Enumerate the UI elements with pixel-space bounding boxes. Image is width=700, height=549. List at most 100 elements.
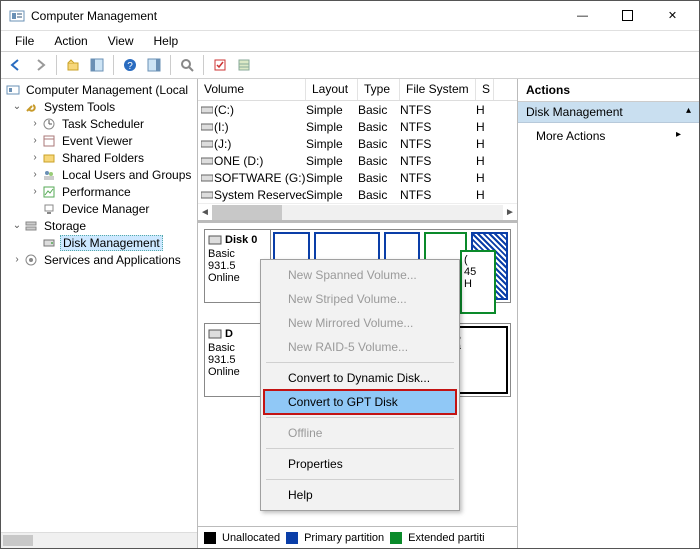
ctx-new-mirrored: New Mirrored Volume...: [264, 311, 456, 335]
vol-layout: Simple: [306, 120, 358, 134]
vol-layout: Simple: [306, 188, 358, 202]
ctx-help[interactable]: Help: [264, 483, 456, 507]
partition-tooltip: ( 45 H: [460, 250, 496, 314]
expand-icon[interactable]: ›: [29, 135, 41, 146]
actions-pane: Actions Disk Management ▴ More Actions ▸: [518, 79, 699, 548]
tree-label: Computer Management (Local: [24, 83, 190, 97]
disk-name: D: [225, 328, 233, 340]
ctx-sep: [266, 417, 454, 418]
col-filesystem[interactable]: File System: [400, 79, 476, 100]
tree-event-viewer[interactable]: › Event Viewer: [1, 132, 197, 149]
tree-shared-folders[interactable]: › Shared Folders: [1, 149, 197, 166]
ctx-properties[interactable]: Properties: [264, 452, 456, 476]
disk-type: Basic: [208, 248, 267, 260]
volume-row[interactable]: (J:)SimpleBasicNTFSH: [198, 135, 517, 152]
volume-row[interactable]: SOFTWARE (G:)SimpleBasicNTFSH: [198, 169, 517, 186]
expand-icon[interactable]: ›: [29, 169, 41, 180]
drive-icon: [200, 139, 214, 149]
minimize-button[interactable]: —: [560, 2, 605, 30]
collapse-icon[interactable]: ⌄: [11, 101, 23, 112]
volume-row[interactable]: (C:)SimpleBasicNTFSH: [198, 101, 517, 118]
tree-scrollbar[interactable]: [1, 532, 197, 548]
tree-label: Performance: [60, 185, 133, 199]
vol-fs: NTFS: [400, 120, 476, 134]
col-volume[interactable]: Volume: [198, 79, 306, 100]
help-button[interactable]: ?: [119, 54, 141, 76]
vol-layout: Simple: [306, 137, 358, 151]
drive-icon: [200, 122, 214, 132]
scroll-left-icon[interactable]: ◄: [198, 205, 212, 220]
scroll-right-icon[interactable]: ►: [503, 205, 517, 220]
actions-more[interactable]: More Actions ▸: [518, 123, 699, 149]
disk-name: Disk 0: [225, 234, 257, 246]
col-layout[interactable]: Layout: [306, 79, 358, 100]
tree-performance[interactable]: › Performance: [1, 183, 197, 200]
toolbar-sep: [170, 55, 171, 75]
col-status[interactable]: S: [476, 79, 494, 100]
disk-status: Online: [208, 272, 267, 284]
volume-row[interactable]: (I:)SimpleBasicNTFSH: [198, 118, 517, 135]
vol-type: Basic: [358, 120, 400, 134]
ctx-convert-gpt[interactable]: Convert to GPT Disk: [264, 390, 456, 414]
tree-device-manager[interactable]: Device Manager: [1, 200, 197, 217]
expand-icon[interactable]: ›: [29, 152, 41, 163]
part-text: 45: [464, 266, 492, 278]
col-type[interactable]: Type: [358, 79, 400, 100]
menu-action[interactable]: Action: [44, 32, 97, 50]
tree-root[interactable]: Computer Management (Local: [1, 81, 197, 98]
refresh-button[interactable]: [176, 54, 198, 76]
collapse-arrow-icon: ▴: [686, 105, 691, 119]
expand-icon[interactable]: ›: [29, 118, 41, 129]
tree-label: Services and Applications: [42, 253, 183, 267]
legend-extended: Extended partiti: [408, 532, 484, 544]
disk-type: Basic: [208, 342, 267, 354]
vol-fs: NTFS: [400, 103, 476, 117]
vol-layout: Simple: [306, 171, 358, 185]
vol-name: (I:): [214, 120, 306, 134]
volume-row[interactable]: ONE (D:)SimpleBasicNTFSH: [198, 152, 517, 169]
computer-icon: [5, 82, 21, 98]
maximize-button[interactable]: [605, 2, 650, 30]
tree-services-apps[interactable]: › Services and Applications: [1, 251, 197, 268]
show-hide-tree-button[interactable]: [86, 54, 108, 76]
users-icon: [41, 167, 57, 183]
tree-storage[interactable]: ⌄ Storage: [1, 217, 197, 234]
ctx-sep: [266, 479, 454, 480]
close-button[interactable]: ✕: [650, 2, 695, 30]
drive-icon: [200, 173, 214, 183]
tree-task-scheduler[interactable]: › Task Scheduler: [1, 115, 197, 132]
menu-view[interactable]: View: [98, 32, 144, 50]
expand-icon[interactable]: ›: [11, 254, 23, 265]
actions-section[interactable]: Disk Management ▴: [518, 102, 699, 123]
forward-button[interactable]: [29, 54, 51, 76]
expand-icon[interactable]: ›: [29, 186, 41, 197]
swatch-primary: [286, 532, 298, 544]
menu-file[interactable]: File: [5, 32, 44, 50]
tree-local-users[interactable]: › Local Users and Groups: [1, 166, 197, 183]
disk-size: 931.5: [208, 260, 267, 272]
ctx-offline: Offline: [264, 421, 456, 445]
window-title: Computer Management: [31, 9, 560, 23]
drive-icon: [200, 190, 214, 200]
vol-status: H: [476, 188, 494, 202]
settings-button[interactable]: [209, 54, 231, 76]
list-button[interactable]: [233, 54, 255, 76]
vol-status: H: [476, 171, 494, 185]
volume-row[interactable]: System ReservedSimpleBasicNTFSH: [198, 186, 517, 203]
vol-type: Basic: [358, 171, 400, 185]
app-icon: [9, 8, 25, 24]
tree-label: System Tools: [42, 100, 117, 114]
vol-status: H: [476, 103, 494, 117]
action-pane-button[interactable]: [143, 54, 165, 76]
ctx-convert-dynamic[interactable]: Convert to Dynamic Disk...: [264, 366, 456, 390]
vol-fs: NTFS: [400, 188, 476, 202]
back-button[interactable]: [5, 54, 27, 76]
volume-scrollbar[interactable]: ◄ ►: [198, 203, 517, 220]
menu-help[interactable]: Help: [144, 32, 189, 50]
volume-header: Volume Layout Type File System S: [198, 79, 517, 101]
tree-system-tools[interactable]: ⌄ System Tools: [1, 98, 197, 115]
collapse-icon[interactable]: ⌄: [11, 220, 23, 231]
up-button[interactable]: [62, 54, 84, 76]
tree-disk-management[interactable]: Disk Management: [1, 234, 197, 251]
legend: Unallocated Primary partition Extended p…: [198, 526, 517, 548]
